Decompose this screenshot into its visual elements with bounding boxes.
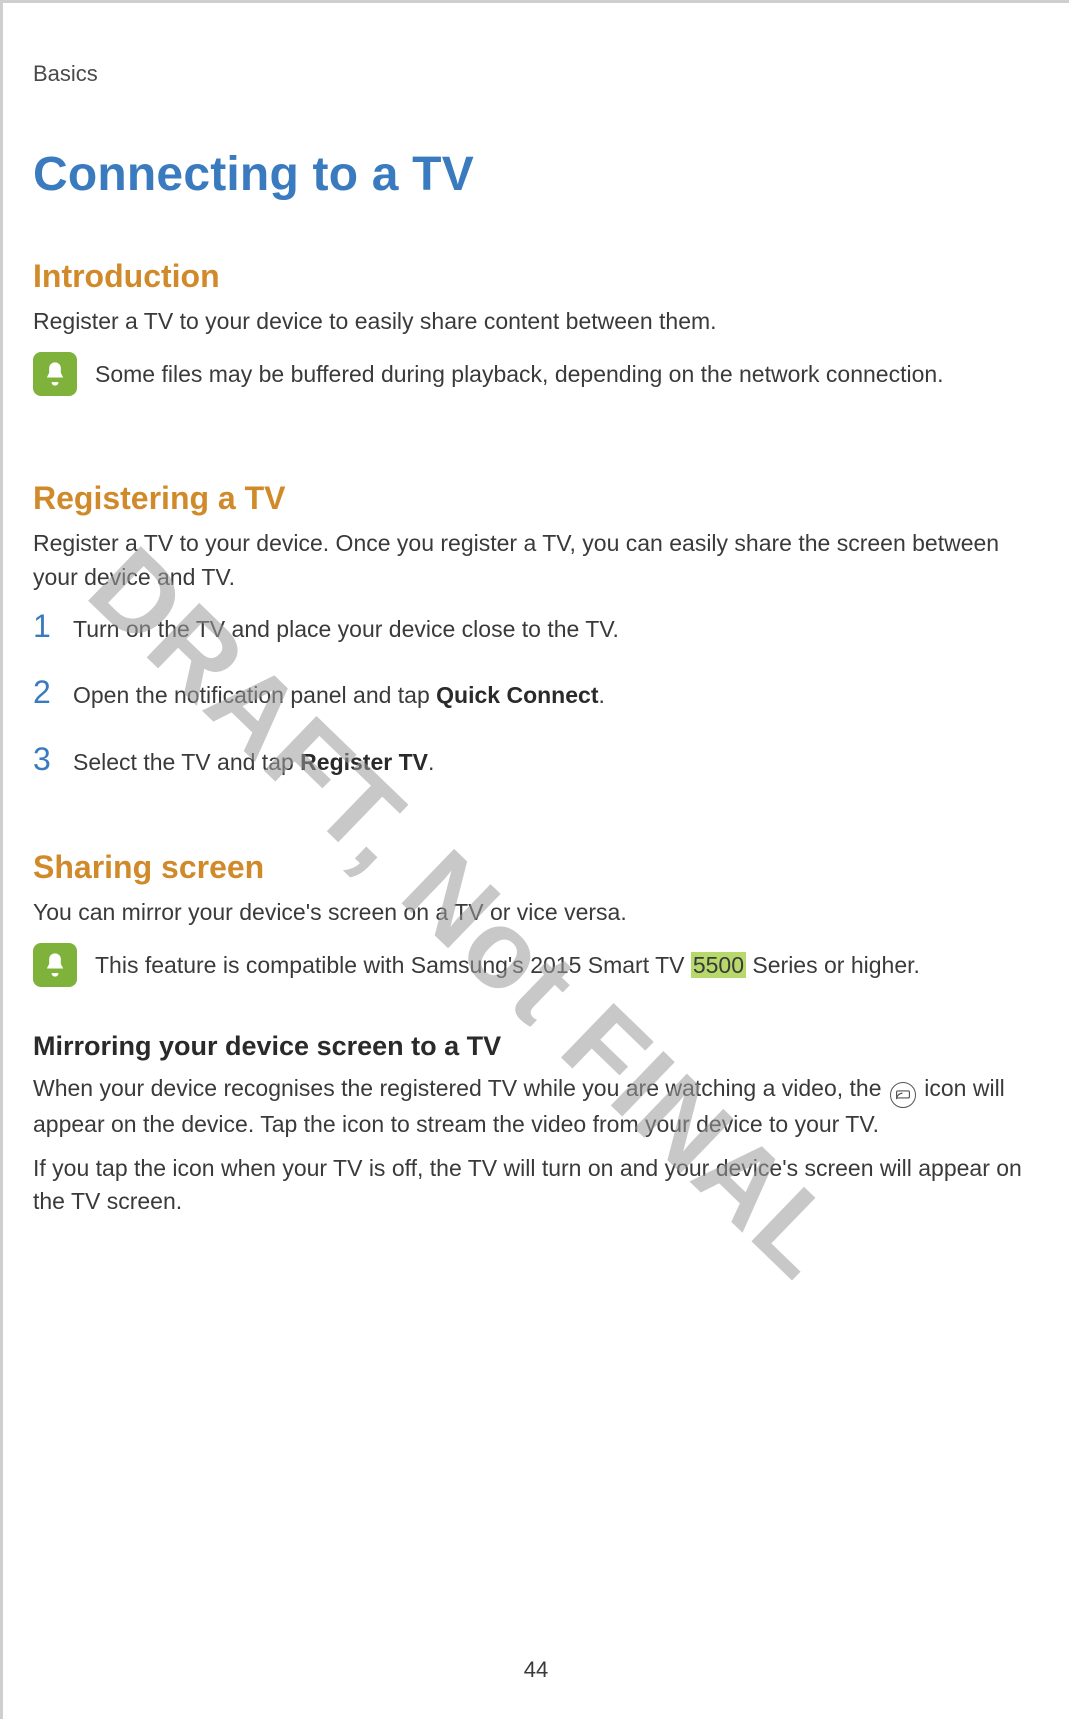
steps-list: 1 Turn on the TV and place your device c…: [33, 610, 1039, 779]
bell-icon: [33, 943, 77, 987]
note-post: Series or higher.: [746, 952, 920, 978]
step-text-pre: Select the TV and tap: [73, 749, 300, 775]
mirroring-para1: When your device recognises the register…: [33, 1072, 1039, 1141]
header-section-label: Basics: [33, 61, 1039, 87]
note-text-buffered: Some files may be buffered during playba…: [95, 358, 944, 391]
register-text: Register a TV to your device. Once you r…: [33, 527, 1039, 594]
heading-introduction: Introduction: [33, 258, 1039, 295]
step-text: Turn on the TV and place your device clo…: [73, 613, 619, 646]
step-text-post: .: [598, 682, 604, 708]
note-pre: This feature is compatible with Samsung'…: [95, 952, 691, 978]
note-text-compatibility: This feature is compatible with Samsung'…: [95, 949, 920, 982]
step-text-pre: Open the notification panel and tap: [73, 682, 436, 708]
heading-sharing: Sharing screen: [33, 849, 1039, 886]
para1-pre: When your device recognises the register…: [33, 1075, 888, 1101]
intro-text: Register a TV to your device to easily s…: [33, 305, 1039, 338]
bell-icon: [33, 352, 77, 396]
step-2: 2 Open the notification panel and tap Qu…: [33, 676, 1039, 712]
sharing-text: You can mirror your device's screen on a…: [33, 896, 1039, 929]
heading-registering: Registering a TV: [33, 480, 1039, 517]
step-number: 2: [33, 676, 59, 708]
cast-icon: [890, 1082, 916, 1108]
step-text: Open the notification panel and tap Quic…: [73, 679, 605, 712]
step-3: 3 Select the TV and tap Register TV.: [33, 743, 1039, 779]
note-row-buffered: Some files may be buffered during playba…: [33, 352, 1039, 396]
subheading-mirroring: Mirroring your device screen to a TV: [33, 1031, 1039, 1062]
step-text-bold: Register TV: [300, 749, 428, 775]
step-text-bold: Quick Connect: [436, 682, 598, 708]
step-number: 3: [33, 743, 59, 775]
step-number: 1: [33, 610, 59, 642]
mirroring-para2: If you tap the icon when your TV is off,…: [33, 1152, 1039, 1219]
step-text-pre: Turn on the TV and place your device clo…: [73, 616, 619, 642]
step-text-post: .: [428, 749, 434, 775]
page-title: Connecting to a TV: [33, 147, 1039, 202]
manual-page: DRAFT, Not FINAL Basics Connecting to a …: [0, 0, 1069, 1719]
note-row-compatibility: This feature is compatible with Samsung'…: [33, 943, 1039, 987]
step-1: 1 Turn on the TV and place your device c…: [33, 610, 1039, 646]
page-number: 44: [3, 1657, 1069, 1683]
step-text: Select the TV and tap Register TV.: [73, 746, 434, 779]
note-highlight: 5500: [691, 952, 746, 978]
